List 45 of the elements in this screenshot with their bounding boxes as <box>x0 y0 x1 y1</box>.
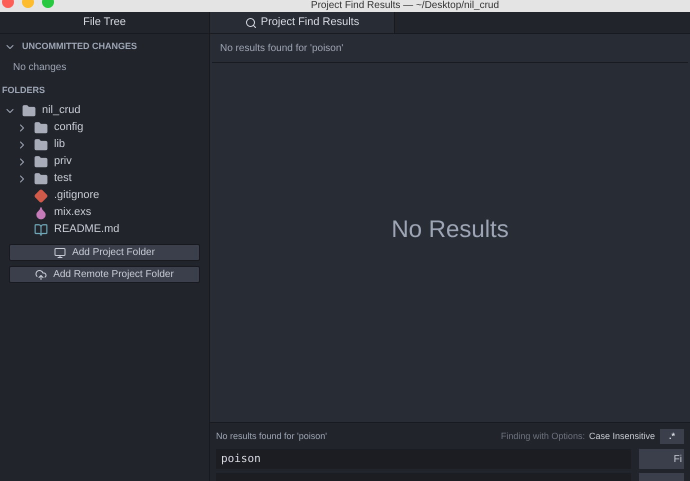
find-message: No results found for 'poison' <box>216 430 327 443</box>
tree-item[interactable]: test <box>0 170 209 187</box>
file-name: mix.exs <box>54 205 92 220</box>
file-name: lib <box>54 137 66 152</box>
tree-item[interactable]: mix.exs <box>0 204 209 221</box>
options-value: Case Insensitive <box>588 430 655 443</box>
tree-item[interactable]: config <box>0 119 209 136</box>
file-name: test <box>54 171 72 186</box>
diamond-icon <box>34 188 48 202</box>
tree-item[interactable]: lib <box>0 136 209 153</box>
folder-icon <box>22 104 36 118</box>
find-button[interactable]: Fi <box>639 449 684 469</box>
folders-label: FOLDERS <box>1 84 46 98</box>
folder-icon <box>34 138 48 152</box>
file-name: config <box>54 120 84 136</box>
folder-icon <box>34 154 48 168</box>
find-input[interactable]: poison <box>216 449 631 469</box>
add-folder-button[interactable]: Add Remote Project Folder <box>9 266 200 283</box>
cloud-upload-icon <box>35 268 48 280</box>
file-name: .gitignore <box>54 188 100 204</box>
tree-item[interactable]: priv <box>0 153 209 170</box>
file-name: nil_crud <box>42 103 81 118</box>
book-icon <box>34 222 48 236</box>
tab[interactable]: Project Find Results <box>210 12 395 33</box>
folder-icon <box>34 120 48 134</box>
file-name: README.md <box>54 222 120 238</box>
droplet-icon <box>34 206 48 220</box>
options-label: Finding with Options: <box>500 430 585 443</box>
tree-item[interactable]: nil_crud <box>0 102 209 119</box>
results-header: No results found for 'poison' <box>212 34 688 63</box>
monitor-icon <box>54 246 66 258</box>
regex-button[interactable]: .* <box>660 429 684 444</box>
replace-button[interactable] <box>639 473 684 481</box>
folder-icon <box>34 172 48 186</box>
section-label: UNCOMMITTED CHANGES <box>22 40 137 54</box>
search-icon <box>244 16 257 28</box>
window-title: Project Find Results — ~/Desktop/nil_crud <box>310 0 500 12</box>
add-folder-button[interactable]: Add Project Folder <box>9 244 200 261</box>
tree-item[interactable]: .gitignore <box>0 187 209 204</box>
panel-title: File Tree <box>0 12 209 34</box>
section-header[interactable]: UNCOMMITTED CHANGES <box>0 34 209 60</box>
section-note: No changes <box>12 61 68 75</box>
empty-message: No Results <box>391 214 509 244</box>
tree-item[interactable]: README.md <box>0 221 209 238</box>
file-name: priv <box>54 154 72 170</box>
